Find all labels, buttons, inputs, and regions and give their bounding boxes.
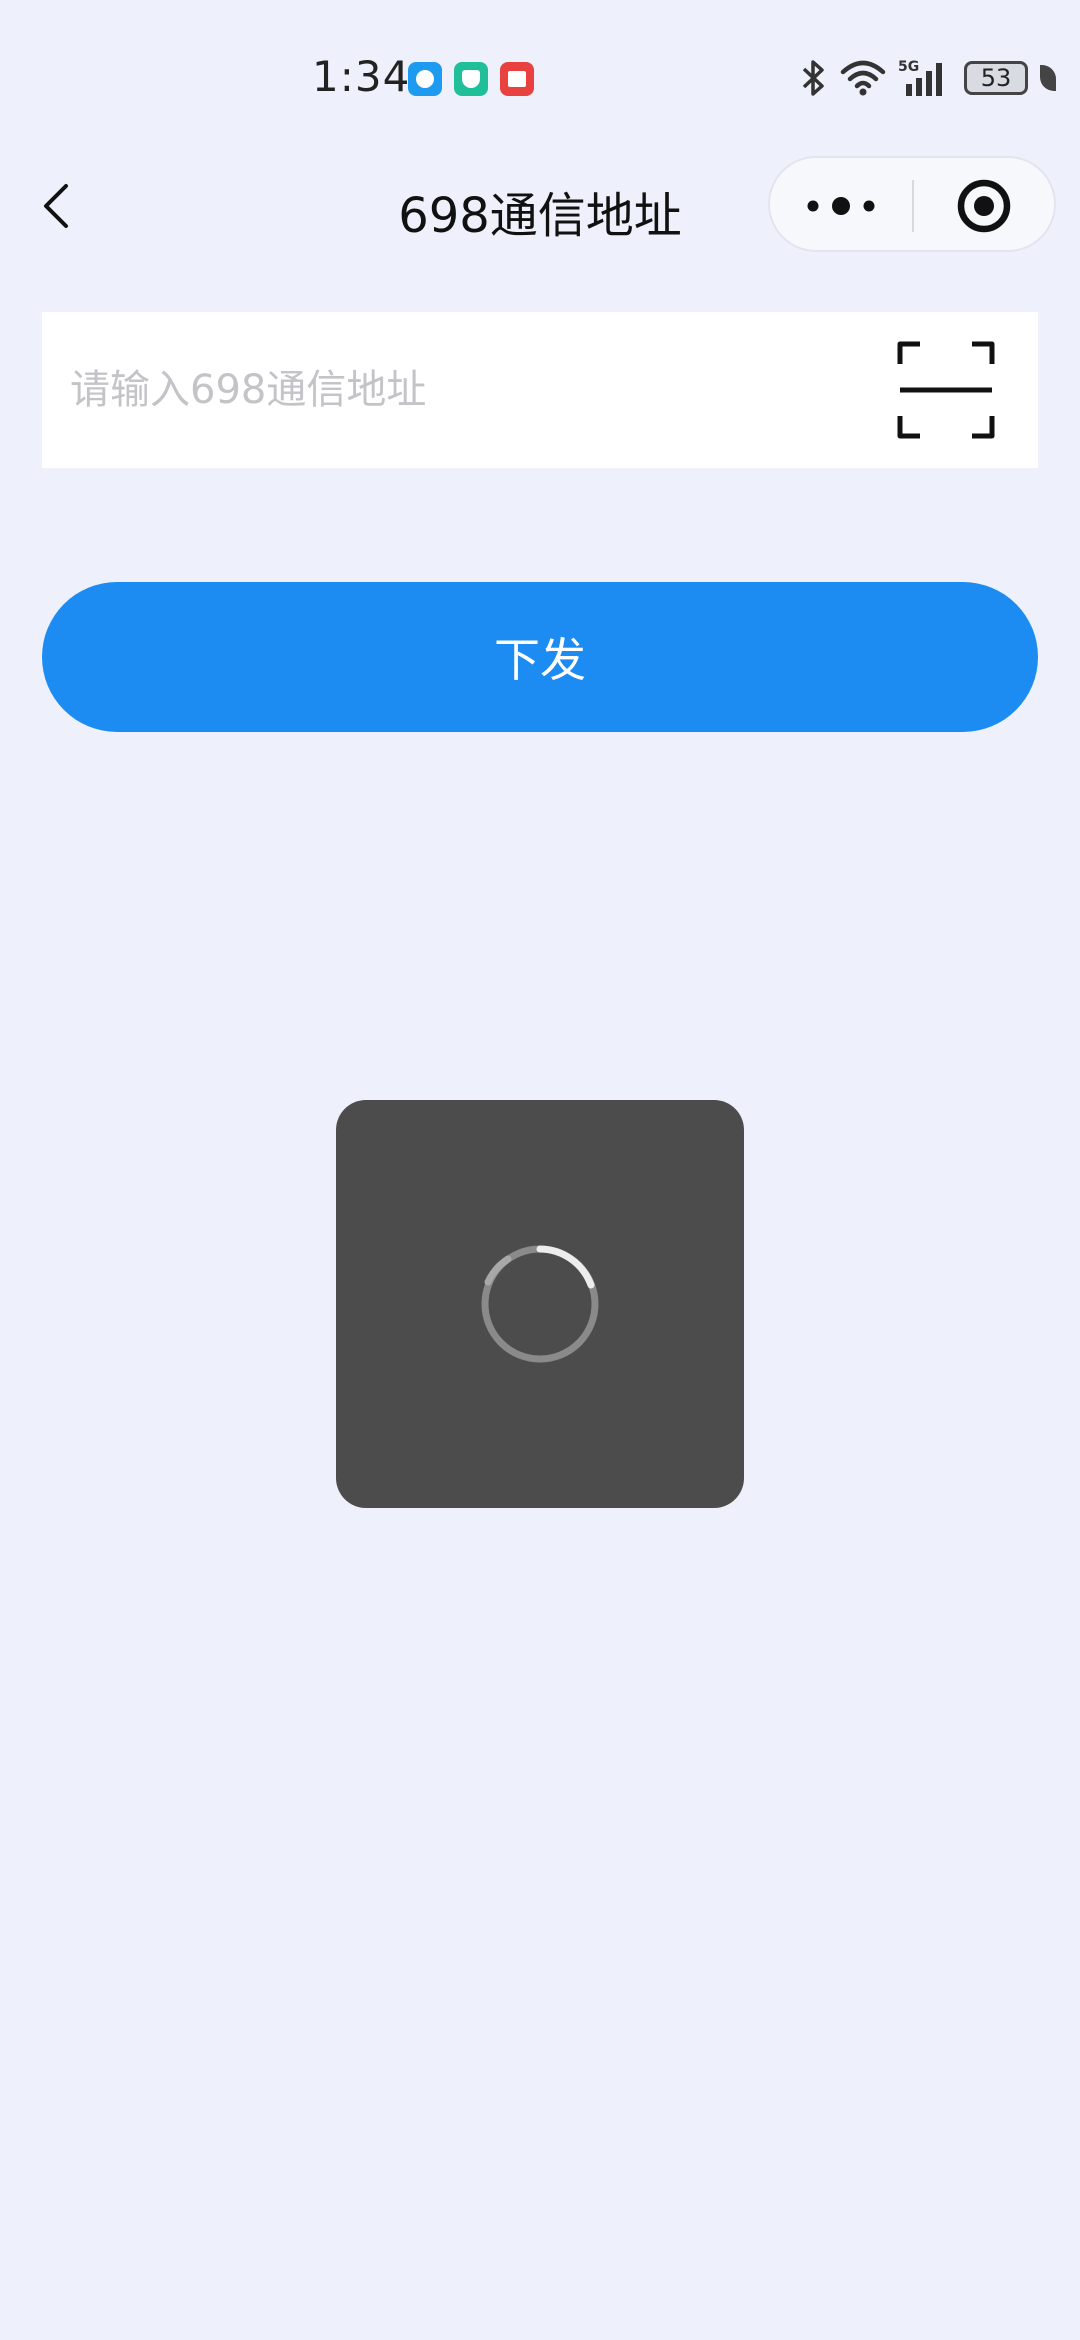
- loading-toast: [336, 1100, 744, 1508]
- more-button[interactable]: [770, 158, 912, 254]
- address-input-row: [42, 312, 1038, 468]
- close-circle-icon: [957, 179, 1011, 233]
- cellular-signal-icon: 5G: [898, 59, 942, 96]
- navigation-bar: 698通信地址: [0, 140, 1080, 270]
- address-input[interactable]: [70, 352, 890, 428]
- battery-level: 53: [980, 64, 1012, 92]
- scan-button[interactable]: [896, 340, 996, 440]
- app-notification-icon: [500, 62, 534, 96]
- more-dots-icon: [807, 197, 875, 215]
- battery-indicator: 53: [964, 61, 1028, 95]
- status-icons: 5G 53: [800, 56, 1056, 100]
- scan-icon: [897, 341, 995, 439]
- loading-spinner-icon: [481, 1245, 599, 1363]
- close-miniprogram-button[interactable]: [914, 158, 1056, 254]
- bluetooth-icon: [802, 60, 824, 96]
- status-bar: 1:34 5G 53: [0, 0, 1080, 120]
- power-saving-leaf-icon: [1040, 65, 1056, 91]
- network-type-label: 5G: [898, 59, 919, 75]
- wifi-icon: [840, 60, 886, 96]
- submit-button[interactable]: 下发: [42, 582, 1038, 732]
- status-time: 1:34: [312, 52, 411, 101]
- miniprogram-capsule: [768, 156, 1056, 252]
- shield-notification-icon: [454, 62, 488, 96]
- message-notification-icon: [408, 62, 442, 96]
